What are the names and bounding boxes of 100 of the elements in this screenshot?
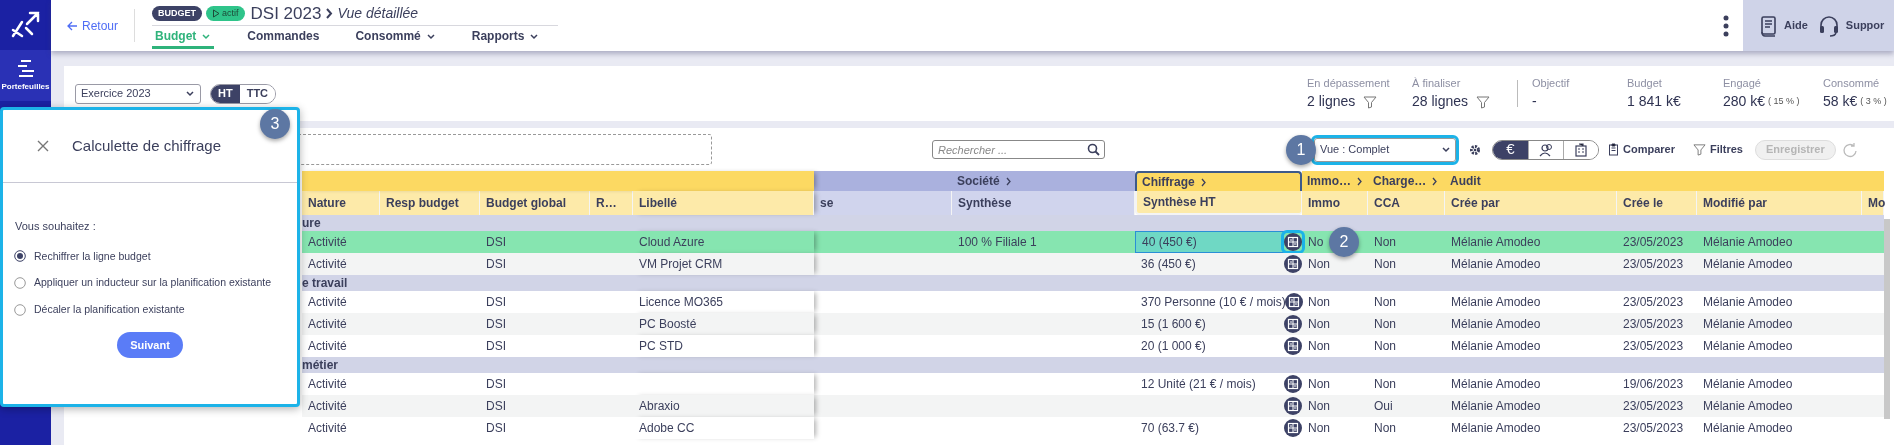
column-header[interactable]: CCA — [1368, 191, 1445, 215]
table-cell-text: Oui — [1373, 398, 1394, 415]
display-mode-button[interactable]: € — [1493, 140, 1528, 159]
table-cell-text: DSI — [485, 398, 507, 415]
table-row[interactable]: Activité DSI PC Boosté 15 (1 600 €) Non Non Mélanie Amodeo 23/05/2023 Mélanie Amodeo — [302, 313, 1884, 335]
filter-icon — [1692, 143, 1706, 156]
search-icon[interactable] — [1087, 143, 1100, 156]
display-mode-button[interactable] — [1563, 140, 1598, 159]
sidebar-item[interactable]: Portefeuilles — [0, 50, 51, 101]
calculator-icon[interactable] — [1284, 337, 1302, 355]
table-cell-text: Mélanie Amodeo — [1702, 398, 1794, 415]
next-button[interactable]: Suivant — [117, 331, 183, 358]
table-cell-text: Non — [1307, 256, 1331, 273]
column-header[interactable]: Synthèse — [952, 191, 1135, 215]
chevron-right-icon — [325, 8, 334, 19]
logo-icon[interactable] — [9, 10, 42, 40]
column-header[interactable]: Crée par — [1445, 191, 1617, 215]
filter-icon[interactable] — [1476, 94, 1491, 109]
calculator-icon[interactable] — [1284, 233, 1302, 251]
table-cell-text: 23/05/2023 — [1622, 234, 1685, 251]
table-cell-text: 70 (63.7 €) — [1140, 420, 1201, 437]
table-cell-text: No — [1307, 234, 1325, 251]
column-header[interactable]: Nature — [302, 191, 380, 215]
radio-option[interactable]: Rechiffrer la ligne budget — [14, 248, 297, 265]
type-badge: BUDGET — [152, 5, 203, 22]
more-icon[interactable] — [1723, 14, 1729, 37]
column-group-header[interactable]: Immo… — [1302, 171, 1368, 191]
stat-label: En dépassement — [1307, 75, 1391, 91]
settings-icon[interactable] — [1469, 143, 1481, 156]
stat-label: Consommé — [1823, 75, 1881, 91]
list-icon — [15, 58, 36, 78]
radio-option[interactable]: Appliquer un inducteur sur la planification existante — [14, 275, 297, 291]
column-header[interactable]: Crée le — [1617, 191, 1697, 215]
column-header[interactable]: Budget global — [480, 191, 590, 215]
play-icon — [212, 9, 221, 18]
table-cell-text: Licence MO365 — [638, 294, 725, 311]
book-icon — [1759, 14, 1778, 37]
table-row[interactable]: Activité DSI Abraxio Non Oui Mélanie Amodeo 23/05/2023 Mélanie Amodeo — [302, 395, 1884, 417]
nav-tab[interactable]: Rapports — [468, 26, 543, 49]
calculator-icon[interactable] — [1284, 315, 1302, 333]
column-group-header[interactable]: Chiffrage — [1135, 171, 1302, 191]
table-cell-text: Non — [1373, 420, 1397, 437]
filter-icon[interactable] — [1363, 94, 1378, 109]
calculator-icon[interactable] — [1284, 375, 1302, 393]
table-cell-text: Non — [1373, 234, 1397, 251]
table-cell-text: Non — [1307, 294, 1331, 311]
table-cell-text: DSI — [485, 420, 507, 437]
table-cell-text: Non — [1307, 316, 1331, 333]
column-group-header[interactable]: Charge… — [1368, 171, 1445, 191]
table-cell-text: Non — [1373, 338, 1397, 355]
column-header[interactable]: Modifié par — [1697, 191, 1862, 215]
stat-value: - — [1532, 92, 1537, 112]
tax-toggle[interactable]: HT — [211, 84, 240, 103]
column-header[interactable]: Libellé — [633, 191, 814, 215]
calculator-icon[interactable] — [1284, 419, 1302, 437]
table-cell-text: 23/05/2023 — [1622, 398, 1685, 415]
close-icon[interactable] — [37, 140, 49, 152]
column-header[interactable]: Immo — [1302, 191, 1368, 215]
table-cell-text: Non — [1307, 338, 1331, 355]
nav-tab[interactable]: Consommé — [352, 26, 439, 49]
table-row[interactable]: Activité DSI VM Projet CRM 36 (450 €) Non Non Mélanie Amodeo 23/05/2023 Mélanie Amodeo — [302, 253, 1884, 275]
column-header[interactable]: R… — [590, 191, 633, 215]
table-cell-text: Non — [1373, 256, 1397, 273]
column-header[interactable]: Resp budget — [380, 191, 480, 215]
table-cell-text: 15 (1 600 €) — [1140, 316, 1207, 333]
table-cell-text: Non — [1307, 398, 1331, 415]
nav-tab[interactable]: Commandes — [244, 26, 323, 49]
radio-option[interactable]: Décaler la planification existante — [14, 302, 297, 318]
group-label: ure — [302, 215, 321, 232]
scrollbar[interactable] — [1884, 219, 1890, 419]
column-header[interactable]: Synthèse HT — [1135, 191, 1302, 215]
column-group-header[interactable]: Audit — [1445, 171, 1884, 191]
calculator-icon[interactable] — [1284, 255, 1302, 273]
column-header[interactable]: se — [814, 191, 952, 215]
column-header[interactable]: Mo — [1862, 191, 1884, 215]
back-link[interactable]: Retour — [66, 0, 119, 51]
dialog-title: Calculette de chiffrage — [72, 135, 221, 156]
period-select[interactable]: Exercice 2023 — [75, 83, 201, 104]
people-icon — [1539, 142, 1553, 157]
table-cell-text: Non — [1373, 376, 1397, 393]
table-cell-text: Mélanie Amodeo — [1450, 256, 1542, 273]
table-cell-text: 370 Personne (10 € / mois) — [1140, 294, 1285, 311]
table-cell-text: 20 (1 000 €) — [1140, 338, 1207, 355]
table-cell-text: Activité — [307, 376, 348, 393]
table-cell-text: DSI — [485, 294, 507, 311]
table-cell-text: Activité — [307, 294, 348, 311]
table-cell-text: 36 (450 €) — [1140, 256, 1197, 273]
chevron-down-icon — [185, 89, 195, 98]
help-link[interactable]: Aide — [1759, 14, 1808, 37]
help-link[interactable]: Suppor — [1817, 14, 1885, 37]
table-cell-text: DSI — [485, 256, 507, 273]
compare-button[interactable]: Comparer — [1608, 141, 1675, 158]
table-cell-text: Mélanie Amodeo — [1702, 294, 1794, 311]
table-cell-text: 23/05/2023 — [1622, 338, 1685, 355]
view-select[interactable]: Vue : Complet — [1314, 137, 1456, 162]
search-field[interactable]: Rechercher ... — [932, 140, 1105, 159]
calculator-icon[interactable] — [1284, 397, 1302, 415]
column-group-header[interactable]: Société — [952, 171, 1135, 191]
filters-button[interactable]: Filtres — [1692, 141, 1743, 158]
calculator-icon[interactable] — [1285, 293, 1303, 311]
